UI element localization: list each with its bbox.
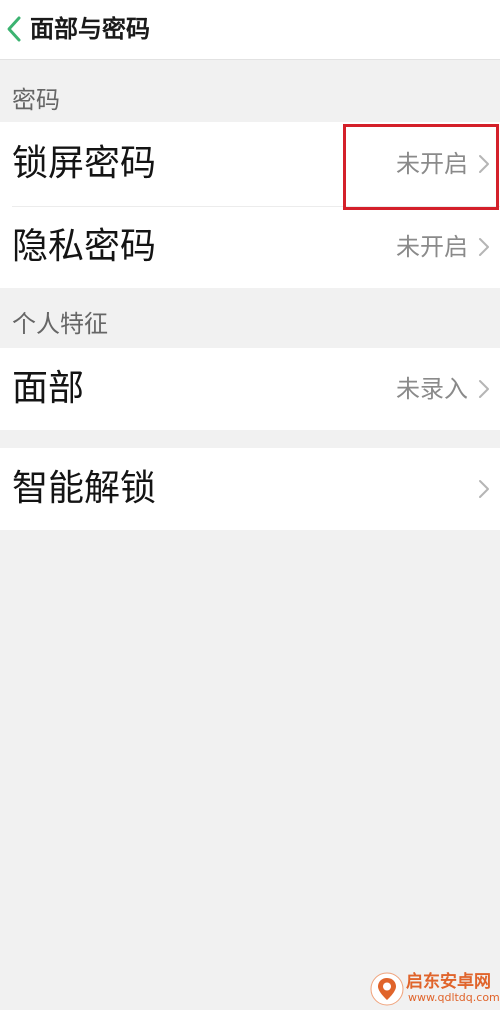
- section-label-personal: 个人特征: [12, 310, 108, 338]
- chevron-right-icon: [479, 480, 489, 498]
- chevron-right-icon: [479, 238, 489, 256]
- row-label: 面部: [12, 368, 85, 409]
- face-row[interactable]: 面部 未录入: [0, 348, 500, 430]
- row-label: 锁屏密码: [12, 143, 157, 184]
- chevron-right-icon: [479, 155, 489, 173]
- top-bar: 面部与密码: [0, 0, 500, 60]
- watermark-url: www.qdltdq.com: [408, 991, 500, 1004]
- back-button[interactable]: [2, 12, 28, 46]
- section-label-password: 密码: [12, 86, 60, 114]
- row-status: 未录入: [396, 375, 468, 403]
- chevron-right-icon: [479, 380, 489, 398]
- privacy-password-row[interactable]: 隐私密码 未开启: [0, 206, 500, 288]
- chevron-left-icon: [7, 16, 21, 42]
- watermark-text: 启东安卓网: [406, 972, 491, 992]
- smart-unlock-row[interactable]: 智能解锁: [0, 448, 500, 530]
- row-divider: [12, 206, 500, 207]
- lock-screen-password-row[interactable]: 锁屏密码 未开启: [0, 122, 500, 206]
- row-label: 智能解锁: [12, 468, 157, 509]
- location-pin-logo-icon: [370, 972, 404, 1006]
- row-label: 隐私密码: [12, 226, 157, 267]
- row-status: 未开启: [396, 233, 468, 261]
- watermark: 启东安卓网 www.qdltdq.com: [360, 966, 500, 1006]
- page-title: 面部与密码: [30, 15, 150, 43]
- row-status: 未开启: [396, 150, 468, 178]
